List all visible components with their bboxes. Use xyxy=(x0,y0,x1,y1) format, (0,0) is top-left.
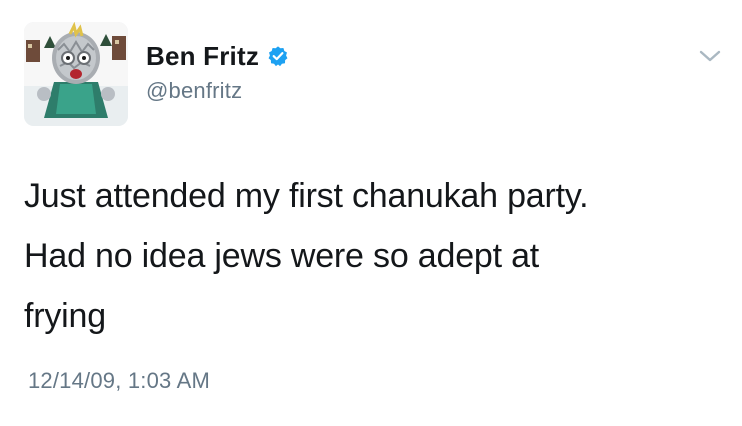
author-name-row: Ben Fritz xyxy=(146,40,289,72)
author-handle[interactable]: @benfritz xyxy=(146,78,242,104)
author-display-name[interactable]: Ben Fritz xyxy=(146,41,259,71)
tweet-options-button[interactable] xyxy=(698,44,722,68)
author-avatar[interactable] xyxy=(24,22,128,126)
tweet-timestamp[interactable]: 12/14/09, 1:03 AM xyxy=(28,368,210,394)
verified-badge-icon xyxy=(267,45,289,67)
cartoon-character-avatar-icon xyxy=(24,22,128,126)
tweet-card: Ben Fritz @benfritz Just attended my fir… xyxy=(0,0,742,426)
chevron-down-icon xyxy=(699,50,721,62)
tweet-text: Just attended my first chanukah party. H… xyxy=(24,177,589,335)
